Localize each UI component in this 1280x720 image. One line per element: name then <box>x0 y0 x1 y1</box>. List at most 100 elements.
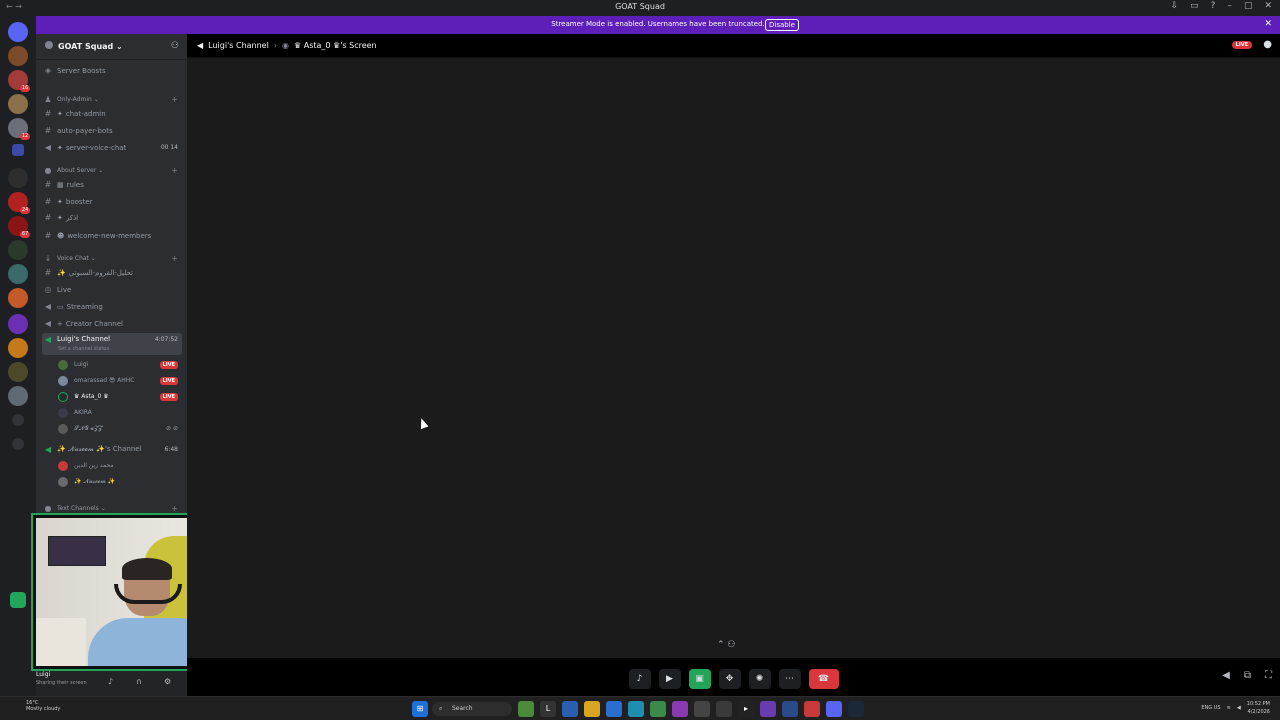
headphones-icon[interactable]: ∩ <box>136 677 142 686</box>
server-icon[interactable] <box>8 288 28 308</box>
close-icon[interactable]: ✕ <box>1264 1 1272 11</box>
voice-member[interactable]: AKIRA <box>58 405 182 420</box>
channel-live[interactable]: ◎ Live <box>42 282 182 297</box>
download-apps-icon[interactable] <box>10 592 26 608</box>
category-voice-chat[interactable]: ↓ Voice Chat ⌄ + <box>42 251 182 266</box>
channel-rules[interactable]: # ▦ rules <box>42 177 182 192</box>
app-icon[interactable] <box>716 701 732 717</box>
camera-button[interactable]: ▶ <box>658 669 681 689</box>
settings-icon[interactable]: ⚙ <box>164 677 171 686</box>
add-channel-icon[interactable]: + <box>171 504 178 513</box>
voice-member[interactable]: ✨ 𝓝𝓪𝓼𝓮𝓮𝓶 ✨ <box>58 474 182 489</box>
chrome-icon[interactable] <box>650 701 666 717</box>
voice-member[interactable]: Luigi LIVE <box>58 357 182 372</box>
app-icon[interactable]: L <box>540 701 556 717</box>
popout-icon[interactable]: ⧉ <box>1244 670 1251 681</box>
stream-viewport[interactable] <box>187 58 1280 658</box>
app-icon[interactable] <box>782 701 798 717</box>
discord-icon[interactable] <box>826 701 842 717</box>
microphone-button[interactable]: ♪ <box>628 669 651 689</box>
invite-people-icon[interactable]: ⚇ <box>171 41 179 51</box>
add-channel-icon[interactable]: + <box>171 95 178 104</box>
server-icon[interactable] <box>8 46 28 66</box>
maximize-icon[interactable]: ▢ <box>1244 1 1253 11</box>
voice-member[interactable]: omarassad 😎 AHHC LIVE <box>58 373 182 388</box>
add-server-icon[interactable] <box>12 414 24 426</box>
server-icon[interactable]: 12 <box>8 118 30 140</box>
server-boosts[interactable]: ◈ Server Boosts <box>42 63 182 78</box>
server-icon[interactable] <box>8 362 28 382</box>
server-icon[interactable] <box>8 168 28 188</box>
language-indicator[interactable]: ENG US <box>1201 704 1220 712</box>
mic-icon[interactable]: ♪ <box>108 677 113 686</box>
inbox-icon[interactable]: ▭ <box>1190 1 1199 11</box>
server-icon[interactable]: 16 <box>8 70 30 92</box>
folder-icon[interactable] <box>12 144 24 156</box>
share-screen-button[interactable]: ▣ <box>688 669 711 689</box>
widgets-icon[interactable] <box>518 701 534 717</box>
category-about-server[interactable]: ● About Server ⌄ + <box>42 163 182 178</box>
volume-icon[interactable]: ◀ <box>1222 670 1230 681</box>
server-icon[interactable]: 67 <box>8 216 30 238</box>
wifi-icon[interactable]: ≋ <box>1227 704 1231 712</box>
header-channel-name[interactable]: Luigi's Channel <box>208 41 269 50</box>
app-icon[interactable] <box>672 701 688 717</box>
channel-arabic[interactable]: # ✦ اذكر <box>42 210 182 225</box>
category-only-admin[interactable]: ♟ Only-Admin ⌄ + <box>42 92 182 107</box>
taskbar-search[interactable]: ⌕ Search <box>432 702 512 716</box>
weather-widget[interactable]: 16°C Mostly cloudy <box>26 700 60 712</box>
show-participants-icon[interactable]: ⌃ ⚇ <box>717 640 735 650</box>
activities-button[interactable]: ✥ <box>718 669 741 689</box>
minimize-icon[interactable]: – <box>1227 1 1232 11</box>
steam-icon[interactable] <box>848 701 864 717</box>
app-icon[interactable] <box>606 701 622 717</box>
app-icon[interactable] <box>804 701 820 717</box>
voice-member[interactable]: 𝓢𝓝𝓖 𝓪𝓩𝓩 ⊘ ⊘ <box>58 421 182 436</box>
terminal-icon[interactable]: ▸ <box>738 701 754 717</box>
fullscreen-icon[interactable]: ⛶ <box>1265 670 1272 681</box>
volume-icon[interactable]: ◀ <box>1237 704 1241 712</box>
channel-luigi[interactable]: ◀ Luigi's Channel 4:07:52 Set a channel sta… <box>42 333 182 355</box>
server-icon[interactable] <box>8 338 28 358</box>
channel-auto-payer-bots[interactable]: # auto-payer-bots <box>42 123 182 138</box>
channel-welcome[interactable]: # ☻ welcome-new-members <box>42 228 182 243</box>
user-name[interactable]: Luigi <box>36 671 50 678</box>
channel-status[interactable]: Set a channel status <box>58 346 109 352</box>
add-channel-icon[interactable]: + <box>171 166 178 175</box>
system-tray[interactable]: ENG US ≋ ◀ 10:52 PM 4/2/2026 <box>1201 700 1270 716</box>
voice-member[interactable]: محمد زين الدين <box>58 458 182 473</box>
voice-member[interactable]: ♛ Asta_0 ♛ LIVE <box>58 389 182 404</box>
home-icon[interactable] <box>8 22 28 42</box>
channel-streaming[interactable]: ◀ ▭ Streaming <box>42 299 182 314</box>
disconnect-button[interactable]: ☎ <box>808 669 839 689</box>
channel-server-voice-chat[interactable]: ◀ ✦ server-voice-chat 00 14 <box>42 140 182 155</box>
download-icon[interactable]: ⇩ <box>1171 1 1179 11</box>
chat-bubble-icon[interactable]: ● <box>1263 39 1272 50</box>
disable-streamer-button[interactable]: Disable <box>765 19 799 31</box>
app-icon[interactable] <box>694 701 710 717</box>
server-icon[interactable] <box>8 314 28 334</box>
channel-creator[interactable]: ◀ + Creator Channel <box>42 316 182 331</box>
more-options-button[interactable]: ⋯ <box>778 669 801 689</box>
channel-booster[interactable]: # ✦ booster <box>42 194 182 209</box>
banner-close-icon[interactable]: ✕ <box>1264 19 1272 29</box>
edge-icon[interactable] <box>628 701 644 717</box>
server-icon[interactable]: 24 <box>8 192 30 214</box>
channel-chat-admin[interactable]: # ✦ chat-admin <box>42 106 182 121</box>
server-icon[interactable] <box>8 94 28 114</box>
channel-naseem[interactable]: ◀ ✨ 𝓝𝓪𝓼𝓮𝓮𝓶 ✨'s Channel 6:48 <box>42 442 182 457</box>
server-icon[interactable] <box>8 240 28 260</box>
start-icon[interactable]: ⊞ <box>412 701 428 717</box>
app-icon[interactable] <box>760 701 776 717</box>
app-icon[interactable] <box>562 701 578 717</box>
clock[interactable]: 10:52 PM 4/2/2026 <box>1247 700 1270 716</box>
file-explorer-icon[interactable] <box>584 701 600 717</box>
server-icon[interactable] <box>8 386 28 406</box>
soundboard-button[interactable]: ✺ <box>748 669 771 689</box>
channel-arabic-voice[interactable]: # ✨ تحليل-القروم-السبوتي <box>42 265 182 280</box>
discover-icon[interactable] <box>12 438 24 450</box>
add-channel-icon[interactable]: + <box>171 254 178 263</box>
server-icon[interactable] <box>8 264 28 284</box>
server-header[interactable]: GOAT Squad ⌄ ⚇ <box>36 34 187 60</box>
help-icon[interactable]: ? <box>1211 1 1216 11</box>
